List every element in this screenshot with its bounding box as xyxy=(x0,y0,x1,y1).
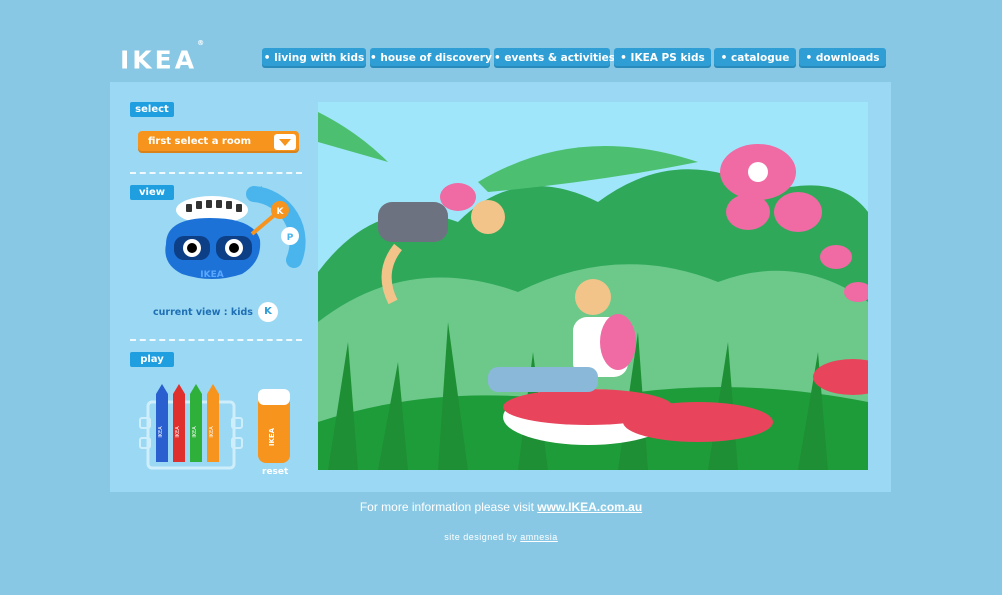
ikea-logo[interactable]: IKEA® xyxy=(120,39,244,73)
pencil-blue-icon[interactable]: IKEA xyxy=(156,384,168,462)
pencil-red-icon[interactable]: IKEA xyxy=(173,384,185,462)
pencil-green-icon[interactable]: IKEA xyxy=(190,384,202,462)
pencil-brand: IKEA xyxy=(175,426,181,438)
logo-text: IKEA xyxy=(120,45,198,75)
pencil-brand: IKEA xyxy=(158,426,164,438)
room-select-dropdown[interactable]: first select a room xyxy=(138,131,299,153)
current-view-badge: K xyxy=(258,302,278,322)
divider xyxy=(130,172,302,174)
footer-info-text: For more information please visit xyxy=(359,500,538,514)
footer-credit: site designed by amnesia xyxy=(0,532,1002,542)
trademark-symbol: ® xyxy=(197,39,205,47)
pencil-orange-icon[interactable]: IKEA xyxy=(207,384,219,462)
nav-house-of-discovery[interactable]: • house of discovery xyxy=(370,48,492,68)
current-view-label: current view : kids xyxy=(153,307,253,318)
mushroom-icon xyxy=(623,402,773,442)
nav-downloads[interactable]: • downloads xyxy=(799,48,886,68)
play-tag: play xyxy=(130,352,174,367)
nav-events-activities[interactable]: • events & activities xyxy=(494,48,615,68)
select-tag: select xyxy=(130,102,174,117)
reset-button[interactable]: reset xyxy=(262,467,288,477)
pencil-brand: IKEA xyxy=(192,426,198,438)
viewer-brand-text: IKEA xyxy=(200,270,223,280)
pencil-set: IKEA IKEA IKEA IKEA xyxy=(139,384,243,470)
nav-catalogue[interactable]: • catalogue xyxy=(714,48,796,68)
nav-living-with-kids[interactable]: • living with kids xyxy=(262,48,366,68)
room-select-value: first select a room xyxy=(148,136,252,147)
amnesia-link[interactable]: amnesia xyxy=(520,532,558,542)
footer-info: For more information please visit www.IK… xyxy=(0,500,1002,514)
footer-credit-text: site designed by xyxy=(444,532,521,542)
dial-option-k-label: K xyxy=(277,207,285,217)
pencil-brand: IKEA xyxy=(209,426,215,438)
divider xyxy=(130,339,302,341)
nav-ikea-ps-kids[interactable]: • IKEA PS kids xyxy=(614,48,711,68)
chevron-down-icon[interactable] xyxy=(274,134,296,150)
view-master-widget[interactable]: IKEA K P xyxy=(152,182,312,294)
main-panel: select first select a room view IKEA K P… xyxy=(110,82,891,492)
drawing-canvas[interactable] xyxy=(318,102,868,470)
eraser-reset-icon[interactable]: IKEA xyxy=(256,387,292,465)
dial-option-p-label: P xyxy=(287,233,294,243)
eraser-brand: IKEA xyxy=(268,427,276,446)
ikea-website-link[interactable]: www.IKEA.com.au xyxy=(537,500,642,514)
